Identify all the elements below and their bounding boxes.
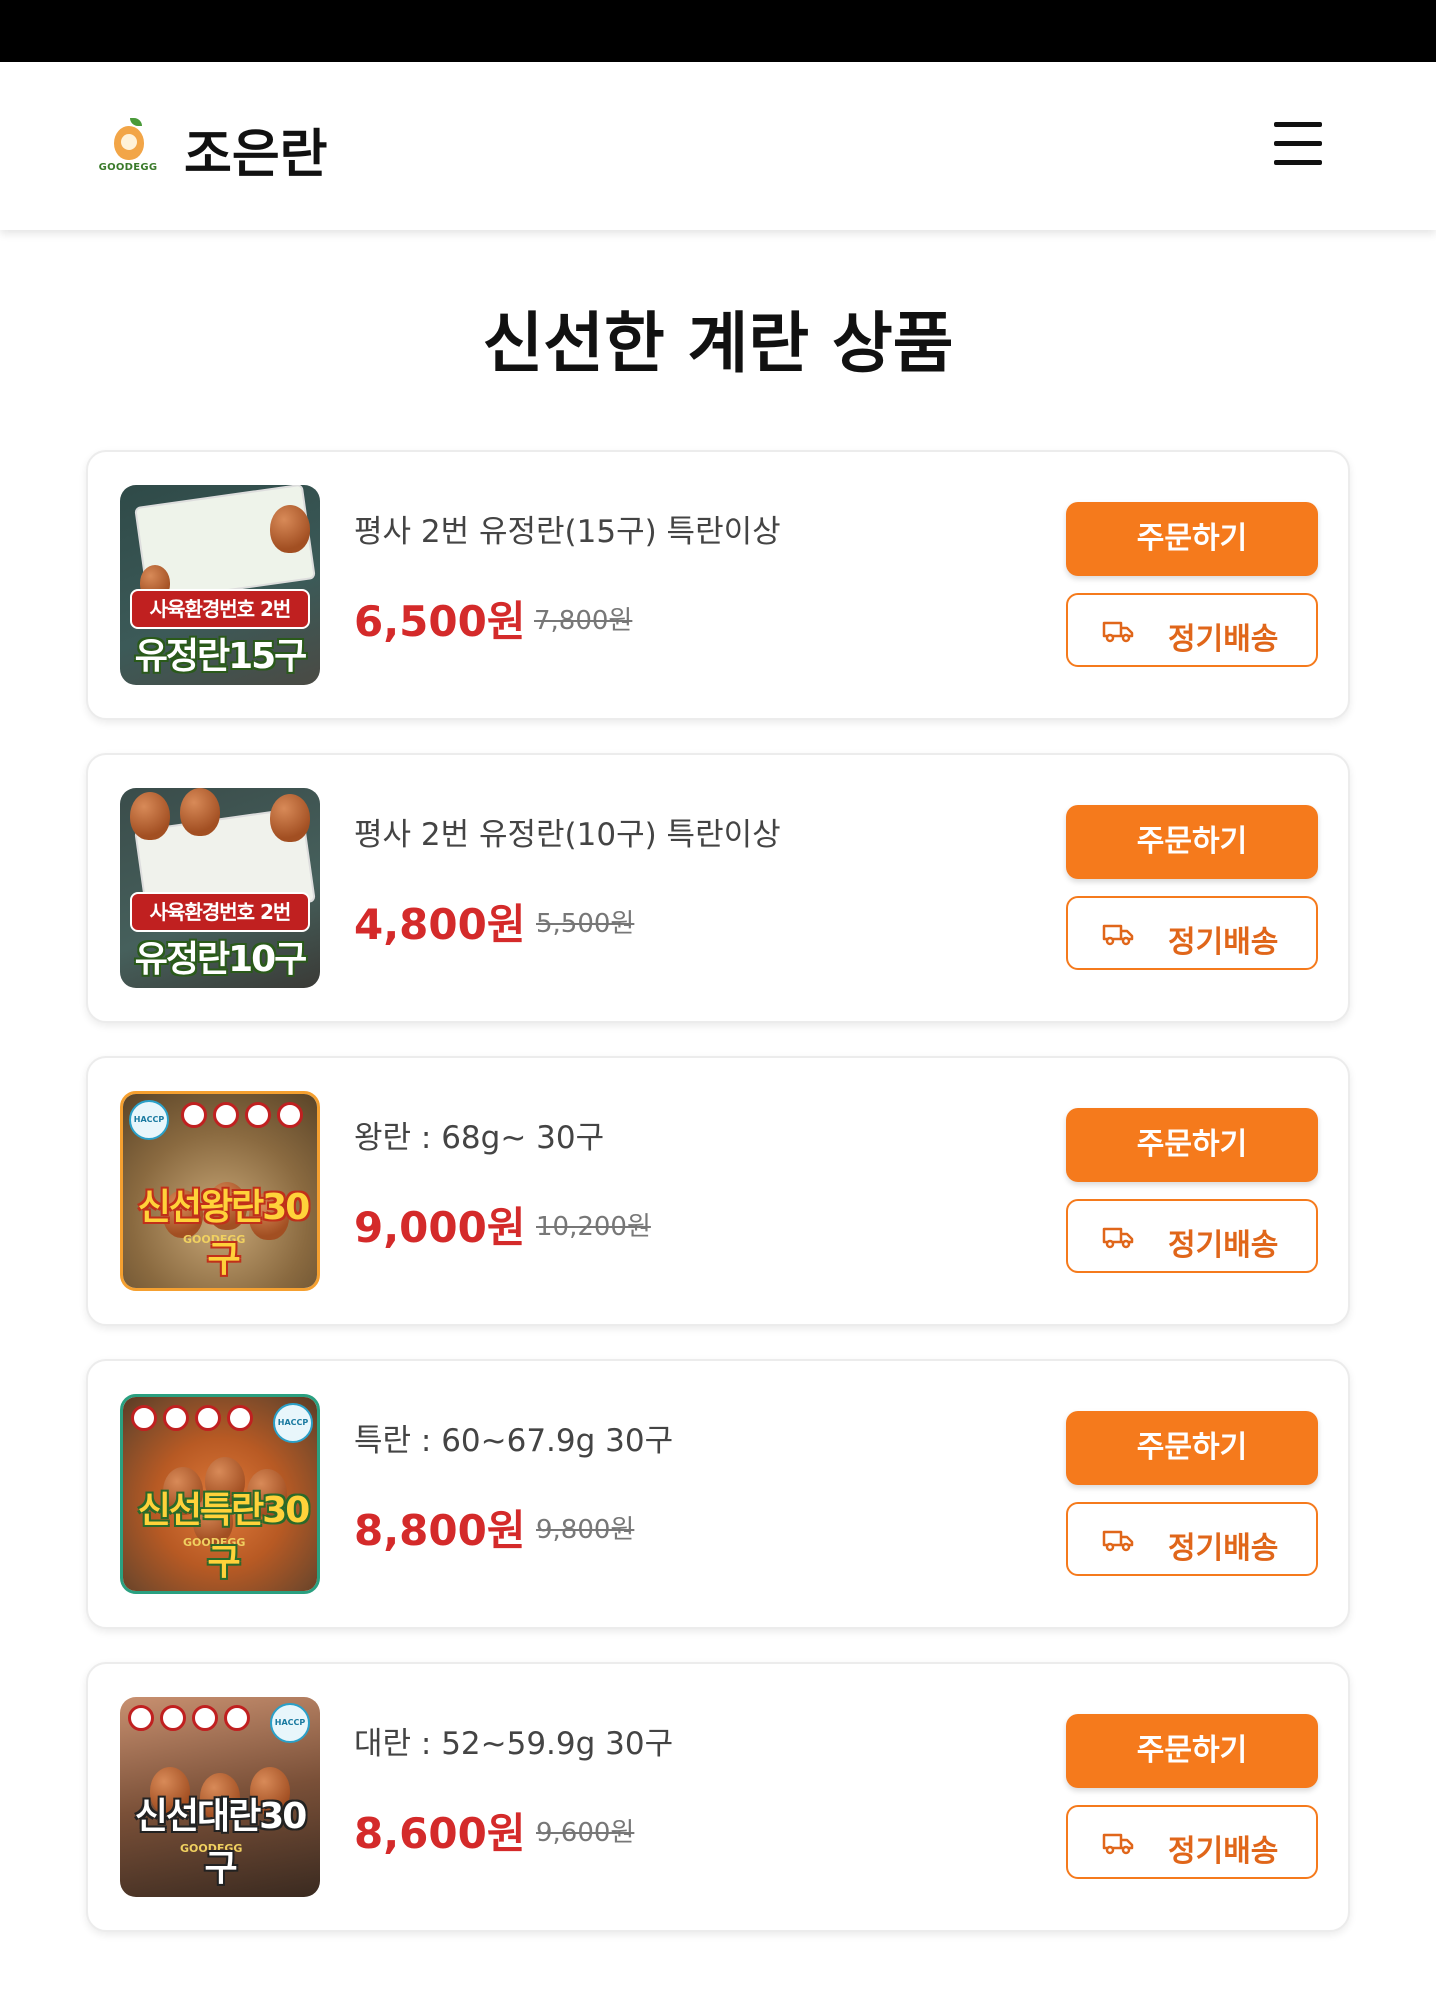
- sale-price: 4,800원: [354, 900, 526, 949]
- original-price: 9,800원: [536, 1515, 635, 1545]
- truck-icon: [1102, 1227, 1134, 1249]
- product-name[interactable]: 왕란 : 68g~ 30구: [354, 1112, 604, 1157]
- product-image-label: 사육환경번호 2번: [130, 892, 310, 932]
- product-name[interactable]: 특란 : 60~67.9g 30구: [354, 1415, 673, 1460]
- page-title: 신선한 계란 상품: [482, 305, 954, 382]
- app-header: GOODEGG 조은란: [0, 62, 1436, 230]
- product-image[interactable]: HACCP GOODEGG 신선특란30구: [120, 1394, 320, 1594]
- certification-badges: [181, 1102, 303, 1128]
- product-name[interactable]: 평사 2번 유정란(10구) 특란이상: [354, 809, 781, 854]
- product-card: 사육환경번호 2번 유정란15구 평사 2번 유정란(15구) 특란이상 6,5…: [86, 450, 1350, 720]
- subscription-delivery-button[interactable]: 정기배송: [1066, 593, 1318, 667]
- product-image[interactable]: 사육환경번호 2번 유정란10구: [120, 788, 320, 988]
- truck-icon: [1102, 621, 1134, 643]
- haccp-badge: HACCP: [129, 1100, 169, 1140]
- truck-icon: [1102, 924, 1134, 946]
- sale-price: 8,800원: [354, 1506, 526, 1555]
- certification-badges: [128, 1705, 250, 1731]
- order-button[interactable]: 주문하기: [1066, 1411, 1318, 1485]
- hamburger-menu-icon: [1274, 122, 1322, 127]
- subscription-delivery-button[interactable]: 정기배송: [1066, 896, 1318, 970]
- logo-text: GOODEGG: [98, 162, 158, 173]
- order-button[interactable]: 주문하기: [1066, 805, 1318, 879]
- sale-price: 8,600원: [354, 1809, 526, 1858]
- truck-icon: [1102, 1530, 1134, 1552]
- product-image[interactable]: HACCP GOODEGG 신선대란30구: [120, 1697, 320, 1897]
- original-price: 9,600원: [536, 1818, 635, 1848]
- subscription-label: 정기배송: [1168, 1228, 1279, 1263]
- brand-name[interactable]: 조은란: [184, 112, 328, 187]
- subscription-label: 정기배송: [1168, 925, 1279, 960]
- order-button[interactable]: 주문하기: [1066, 1108, 1318, 1182]
- original-price: 7,800원: [534, 606, 633, 636]
- product-card: 사육환경번호 2번 유정란10구 평사 2번 유정란(10구) 특란이상 4,8…: [86, 753, 1350, 1023]
- sale-price: 6,500원: [354, 597, 526, 646]
- order-button[interactable]: 주문하기: [1066, 1714, 1318, 1788]
- product-image-title: 신선왕란30구: [137, 1187, 311, 1280]
- subscription-label: 정기배송: [1168, 1834, 1279, 1869]
- product-card: HACCP GOODEGG 신선왕란30구 왕란 : 68g~ 30구 9,00…: [86, 1056, 1350, 1326]
- product-image-title: 신선특란30구: [137, 1490, 311, 1583]
- subscription-label: 정기배송: [1168, 1531, 1279, 1566]
- sale-price: 9,000원: [354, 1203, 526, 1252]
- certification-badges: [131, 1405, 253, 1431]
- status-bar: [0, 0, 1436, 62]
- leaf-icon: [130, 118, 142, 126]
- product-image[interactable]: 사육환경번호 2번 유정란15구: [120, 485, 320, 685]
- subscription-delivery-button[interactable]: 정기배송: [1066, 1502, 1318, 1576]
- haccp-badge: HACCP: [273, 1403, 313, 1443]
- product-name[interactable]: 평사 2번 유정란(15구) 특란이상: [354, 506, 781, 551]
- product-name[interactable]: 대란 : 52~59.9g 30구: [354, 1718, 673, 1763]
- product-card: HACCP GOODEGG 신선대란30구 대란 : 52~59.9g 30구 …: [86, 1662, 1350, 1932]
- original-price: 10,200원: [536, 1212, 651, 1242]
- product-image-label: 사육환경번호 2번: [130, 589, 310, 629]
- product-image[interactable]: HACCP GOODEGG 신선왕란30구: [120, 1091, 320, 1291]
- product-card: HACCP GOODEGG 신선특란30구 특란 : 60~67.9g 30구 …: [86, 1359, 1350, 1629]
- original-price: 5,500원: [536, 909, 635, 939]
- subscription-delivery-button[interactable]: 정기배송: [1066, 1199, 1318, 1273]
- goodegg-logo[interactable]: GOODEGG: [96, 118, 160, 182]
- haccp-badge: HACCP: [270, 1703, 310, 1743]
- product-image-title: 유정란15구: [134, 636, 308, 677]
- subscription-delivery-button[interactable]: 정기배송: [1066, 1805, 1318, 1879]
- order-button[interactable]: 주문하기: [1066, 502, 1318, 576]
- subscription-label: 정기배송: [1168, 622, 1279, 657]
- product-list: 사육환경번호 2번 유정란15구 평사 2번 유정란(15구) 특란이상 6,5…: [86, 450, 1350, 1965]
- product-image-title: 유정란10구: [134, 939, 308, 980]
- truck-icon: [1102, 1833, 1134, 1855]
- hamburger-menu-button[interactable]: [1270, 116, 1326, 172]
- product-image-title: 신선대란30구: [134, 1796, 308, 1889]
